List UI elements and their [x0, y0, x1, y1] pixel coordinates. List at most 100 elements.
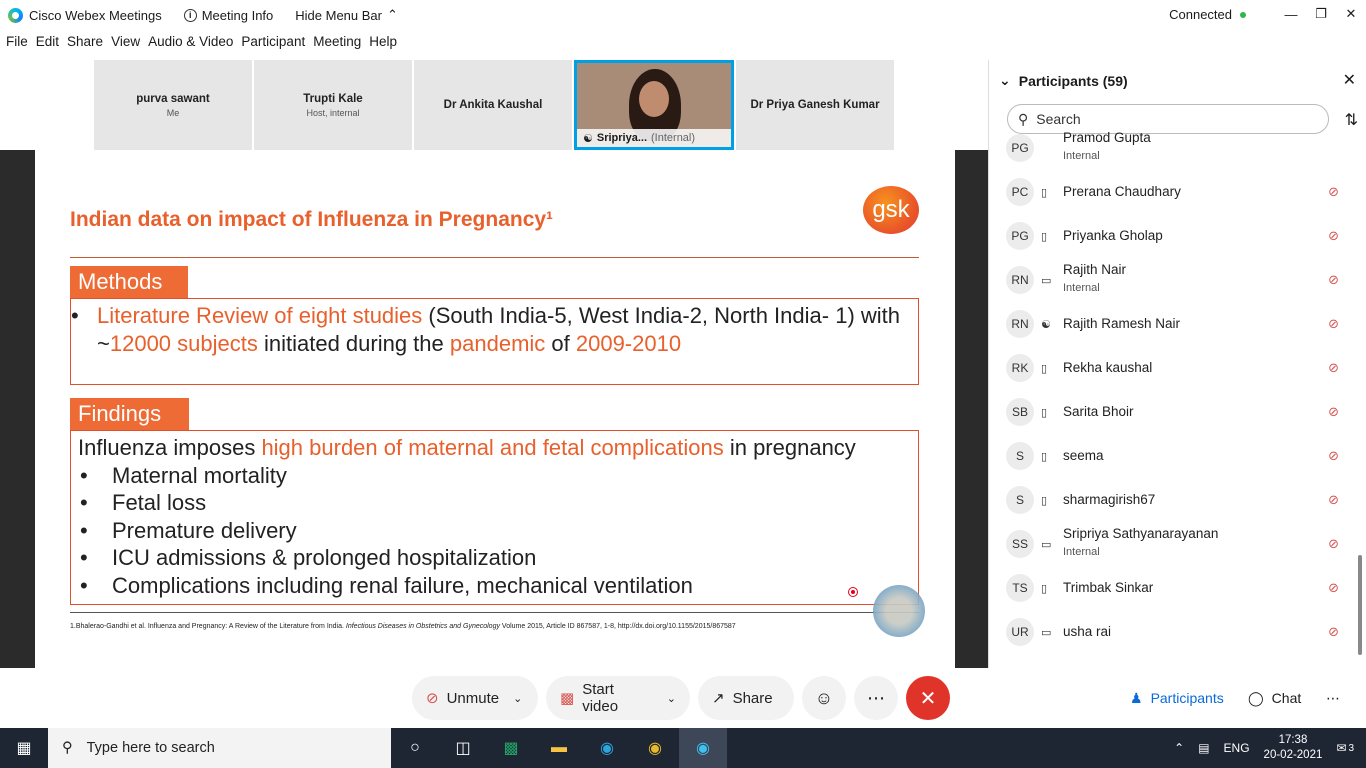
- thumbnail-sub: (Internal): [651, 132, 696, 144]
- reactions-icon[interactable]: ☺: [802, 676, 846, 720]
- participant-row[interactable]: RN ☯ Rajith Ramesh Nair ⊘: [989, 302, 1359, 346]
- findings-item: Premature delivery: [78, 517, 918, 545]
- taskbar-search-input[interactable]: ⚲ Type here to search: [48, 728, 391, 768]
- thumbnail-name: Sripriya...: [596, 132, 648, 144]
- avatar: SS: [1006, 530, 1034, 558]
- muted-mic-icon[interactable]: ⊘: [1328, 580, 1339, 596]
- hide-menu-bar-button[interactable]: Hide Menu Bar ⌃: [295, 7, 398, 23]
- search-icon: ⚲: [1018, 110, 1029, 127]
- menu-help[interactable]: Help: [369, 34, 397, 56]
- participant-name: Rajith Ramesh Nair: [1063, 316, 1181, 331]
- participant-row[interactable]: SS ▭ Sripriya Sathyanarayanan Internal ⊘: [989, 522, 1359, 566]
- muted-mic-icon[interactable]: ⊘: [1328, 492, 1339, 508]
- participant-name: usha rai: [1063, 624, 1112, 639]
- participant-row[interactable]: UR ▭ usha rai ⊘: [989, 610, 1359, 654]
- participants-tab[interactable]: ♟ Participants: [1130, 676, 1224, 720]
- desktop-icon: ▭: [1041, 539, 1052, 551]
- chevron-up-icon[interactable]: ⌃: [1174, 741, 1184, 755]
- network-icon[interactable]: ▤: [1198, 741, 1209, 755]
- chrome-icon[interactable]: ◉: [631, 728, 679, 768]
- thumbnail-name: Dr Ankita Kaushal: [443, 99, 543, 111]
- participant-name: Priyanka Gholap: [1063, 228, 1163, 243]
- restore-icon[interactable]: ❐: [1306, 0, 1336, 28]
- video-thumbnail[interactable]: Dr Ankita Kaushal: [414, 60, 572, 150]
- participant-row[interactable]: RN ▭ Rajith Nair Internal ⊘: [989, 258, 1359, 302]
- participant-row[interactable]: PC ▯ Prerana Chaudhary ⊘: [989, 170, 1359, 214]
- edge-icon[interactable]: ◉: [583, 728, 631, 768]
- slide-title: Indian data on impact of Influenza in Pr…: [70, 208, 554, 231]
- floating-video-bubble[interactable]: [873, 585, 925, 637]
- participant-row[interactable]: PG ▯ Priyanka Gholap ⊘: [989, 214, 1359, 258]
- menu-audio-video[interactable]: Audio & Video: [148, 34, 233, 56]
- menu-meeting[interactable]: Meeting: [313, 34, 361, 56]
- minimize-icon[interactable]: —: [1276, 0, 1306, 28]
- muted-mic-icon[interactable]: ⊘: [1328, 624, 1339, 640]
- menu-file[interactable]: File: [6, 34, 28, 56]
- clock[interactable]: 17:38 20-02-2021: [1264, 733, 1323, 763]
- video-thumbnail[interactable]: purva sawant Me: [94, 60, 252, 150]
- close-panel-icon[interactable]: ✕: [1343, 70, 1356, 90]
- excel-icon[interactable]: ▩: [487, 728, 535, 768]
- panel-scrollbar[interactable]: [1358, 555, 1362, 655]
- phone-icon: ▯: [1041, 231, 1048, 243]
- more-options-icon[interactable]: ⋯: [854, 676, 898, 720]
- muted-mic-icon[interactable]: ⊘: [1328, 536, 1339, 552]
- participant-sub: Internal: [1063, 546, 1100, 558]
- notification-icon[interactable]: ✉: [1336, 741, 1346, 755]
- video-thumbnail[interactable]: Dr Priya Ganesh Kumar: [736, 60, 894, 150]
- unmute-button[interactable]: ⊘ Unmute ⌄: [412, 676, 538, 720]
- meeting-info-button[interactable]: i Meeting Info: [183, 8, 273, 23]
- meeting-controls: ⊘ Unmute ⌄ ▩ Start video ⌄ ↗ Share ☺ ⋯ ✕…: [0, 668, 1366, 728]
- participant-row[interactable]: PG Pramod Gupta Internal: [989, 126, 1359, 170]
- participant-row[interactable]: RK ▯ Rekha kaushal ⊘: [989, 346, 1359, 390]
- menu-share[interactable]: Share: [67, 34, 103, 56]
- notification-count: 3: [1348, 742, 1354, 754]
- windows-start-icon[interactable]: ▦: [0, 728, 48, 768]
- connection-status: Connected: [1169, 7, 1246, 22]
- headset-icon: ☯: [1041, 319, 1051, 331]
- participant-row[interactable]: S ▯ seema ⊘: [989, 434, 1359, 478]
- end-meeting-button[interactable]: ✕: [906, 676, 950, 720]
- language-indicator[interactable]: ENG: [1224, 741, 1250, 755]
- muted-mic-icon[interactable]: ⊘: [1328, 272, 1339, 288]
- participants-header[interactable]: ⌄ Participants (59): [999, 72, 1128, 89]
- desktop-icon: ▭: [1041, 627, 1052, 639]
- presentation-slide: Indian data on impact of Influenza in Pr…: [35, 150, 955, 668]
- avatar: S: [1006, 442, 1034, 470]
- avatar: RK: [1006, 354, 1034, 382]
- participant-name: Sripriya Sathyanarayanan: [1063, 526, 1219, 541]
- close-icon[interactable]: ✕: [1336, 0, 1366, 28]
- menu-edit[interactable]: Edit: [36, 34, 59, 56]
- panel-more-icon[interactable]: ⋯: [1326, 676, 1340, 720]
- start-video-button[interactable]: ▩ Start video ⌄: [546, 676, 690, 720]
- menu-view[interactable]: View: [111, 34, 140, 56]
- video-thumbnail[interactable]: Trupti Kale Host, internal: [254, 60, 412, 150]
- menu-participant[interactable]: Participant: [241, 34, 305, 56]
- avatar: S: [1006, 486, 1034, 514]
- title-divider: [70, 257, 919, 258]
- avatar: RN: [1006, 310, 1034, 338]
- muted-mic-icon[interactable]: ⊘: [1328, 448, 1339, 464]
- muted-mic-icon[interactable]: ⊘: [1328, 316, 1339, 332]
- participant-name: Sarita Bhoir: [1063, 404, 1134, 419]
- chevron-down-icon[interactable]: ⌄: [667, 692, 676, 705]
- participant-row[interactable]: TS ▯ Trimbak Sinkar ⊘: [989, 566, 1359, 610]
- chevron-down-icon[interactable]: ⌄: [513, 692, 522, 705]
- chat-tab[interactable]: ◯ Chat: [1248, 676, 1301, 720]
- webex-taskbar-icon[interactable]: ◉: [679, 728, 727, 768]
- participant-row[interactable]: SB ▯ Sarita Bhoir ⊘: [989, 390, 1359, 434]
- file-explorer-icon[interactable]: ▬: [535, 728, 583, 768]
- avatar: PC: [1006, 178, 1034, 206]
- cortana-icon[interactable]: ○: [391, 728, 439, 768]
- participants-icon: ♟: [1130, 689, 1143, 706]
- phone-icon: ▯: [1041, 495, 1048, 507]
- active-speaker-thumbnail[interactable]: ☯ Sripriya... (Internal): [574, 60, 734, 150]
- methods-highlight: Literature Review of eight studies: [97, 303, 423, 328]
- muted-mic-icon[interactable]: ⊘: [1328, 360, 1339, 376]
- muted-mic-icon[interactable]: ⊘: [1328, 184, 1339, 200]
- task-view-icon[interactable]: ◫: [439, 728, 487, 768]
- share-button[interactable]: ↗ Share: [698, 676, 794, 720]
- muted-mic-icon[interactable]: ⊘: [1328, 404, 1339, 420]
- participant-row[interactable]: S ▯ sharmagirish67 ⊘: [989, 478, 1359, 522]
- muted-mic-icon[interactable]: ⊘: [1328, 228, 1339, 244]
